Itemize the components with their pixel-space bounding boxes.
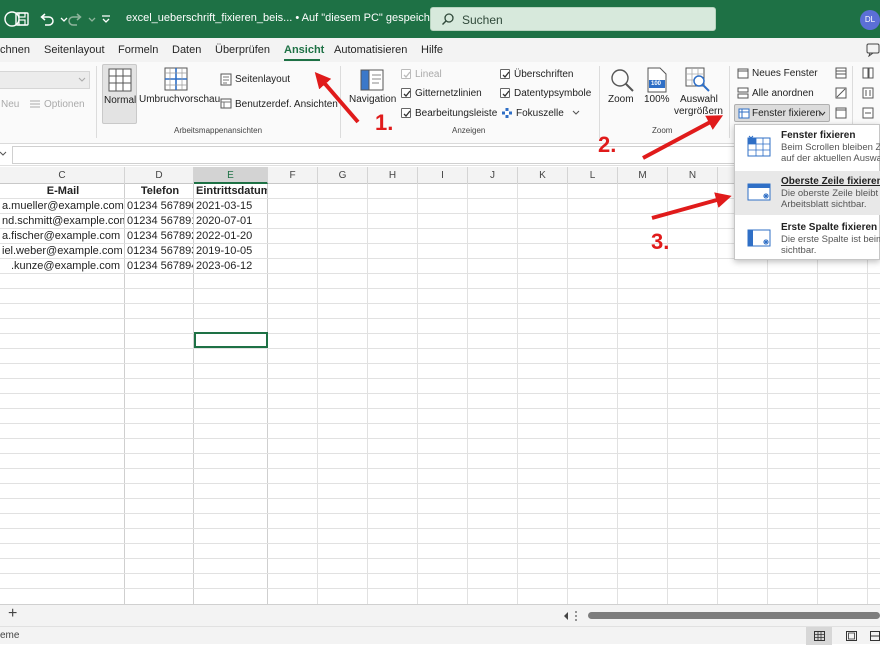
arrow-step-1	[314, 71, 360, 124]
arrow-step-2	[642, 115, 724, 160]
annotation-step-2: 2.	[598, 132, 617, 157]
annotation-arrows	[314, 71, 732, 220]
arrow-step-3	[651, 192, 732, 220]
annotation-step-1: 1.	[375, 110, 394, 135]
annotation-step-3: 3.	[651, 229, 670, 254]
